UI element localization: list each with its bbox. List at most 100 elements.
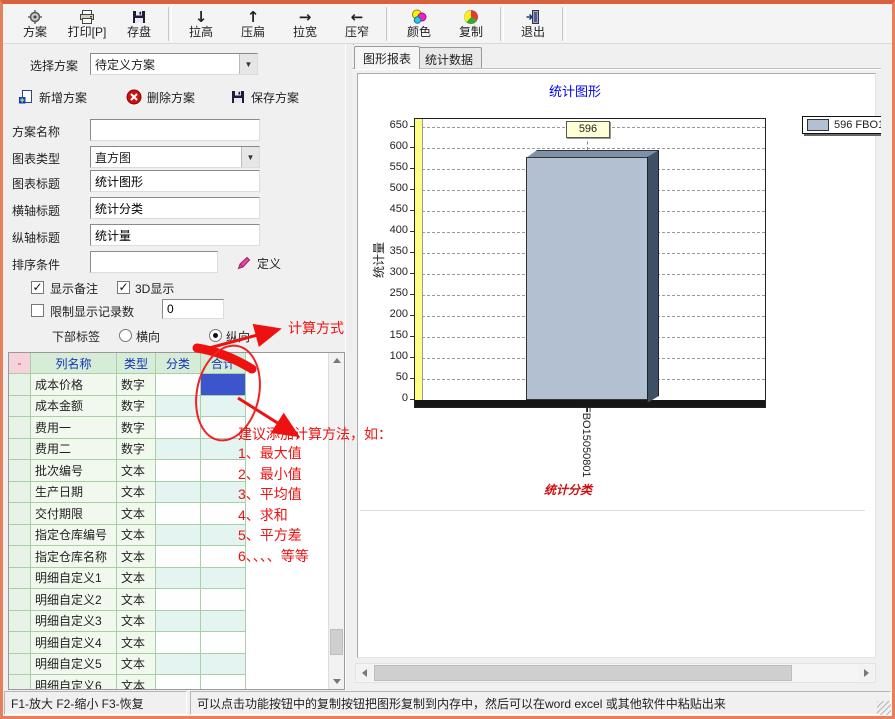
column-type-cell[interactable]: 文本 [117, 568, 156, 590]
category-cell[interactable] [156, 482, 201, 504]
column-name-cell[interactable]: 成本价格 [31, 374, 117, 396]
save-plan-button[interactable]: 保存方案 [230, 86, 299, 108]
tab-statistics-data[interactable]: 统计数据 [416, 47, 482, 69]
scroll-right-icon[interactable] [859, 665, 874, 681]
row-selector-cell[interactable] [9, 396, 31, 418]
column-type-cell[interactable]: 文本 [117, 589, 156, 611]
limit-records-checkbox[interactable] [31, 304, 44, 317]
horizontal-radio[interactable] [119, 329, 132, 342]
chevron-down-icon[interactable]: ▼ [241, 147, 259, 167]
category-cell[interactable] [156, 675, 201, 690]
row-selector-cell[interactable] [9, 568, 31, 590]
toolbar-button-flatten[interactable]: ↑压扁 [227, 6, 279, 42]
category-cell[interactable] [156, 417, 201, 439]
toolbar-button-copy[interactable]: 复制 [445, 6, 497, 42]
column-type-cell[interactable]: 文本 [117, 654, 156, 676]
chart-horizontal-scrollbar[interactable] [355, 663, 876, 683]
toolbar-button-narrow[interactable]: ←压窄 [331, 6, 383, 42]
xaxis-title-input[interactable] [90, 197, 260, 219]
toolbar-button-widen[interactable]: →拉宽 [279, 6, 331, 42]
column-name-cell[interactable]: 明细自定义5 [31, 654, 117, 676]
row-selector-cell[interactable] [9, 632, 31, 654]
scroll-down-icon[interactable] [329, 674, 344, 689]
category-cell[interactable] [156, 546, 201, 568]
row-selector-cell[interactable] [9, 675, 31, 690]
column-type-cell[interactable]: 数字 [117, 374, 156, 396]
grid-vertical-scrollbar[interactable] [328, 353, 344, 689]
total-cell[interactable] [201, 589, 246, 611]
chart-type-combobox[interactable]: 直方图 ▼ [90, 146, 260, 168]
toolbar-button-stretch-tall[interactable]: ↓拉高 [175, 6, 227, 42]
resize-grip[interactable] [877, 701, 891, 715]
row-selector-cell[interactable] [9, 417, 31, 439]
column-name-cell[interactable]: 指定仓库名称 [31, 546, 117, 568]
row-selector-cell[interactable] [9, 503, 31, 525]
show-3d-checkbox[interactable]: ✓ [117, 281, 130, 294]
column-type-cell[interactable]: 文本 [117, 525, 156, 547]
show-note-checkbox[interactable]: ✓ [31, 281, 44, 294]
row-selector-cell[interactable] [9, 439, 31, 461]
column-type-cell[interactable]: 文本 [117, 482, 156, 504]
category-cell[interactable] [156, 460, 201, 482]
column-type-cell[interactable]: 数字 [117, 417, 156, 439]
select-plan-combobox[interactable]: 待定义方案 ▼ [90, 53, 258, 75]
category-cell[interactable] [156, 632, 201, 654]
delete-plan-button[interactable]: 删除方案 [126, 86, 195, 108]
column-name-cell[interactable]: 成本金额 [31, 396, 117, 418]
column-name-cell[interactable]: 费用二 [31, 439, 117, 461]
scroll-up-icon[interactable] [329, 353, 344, 368]
toolbar-button-color[interactable]: 颜色 [393, 6, 445, 42]
column-name-cell[interactable]: 交付期限 [31, 503, 117, 525]
row-selector-cell[interactable] [9, 374, 31, 396]
column-type-cell[interactable]: 文本 [117, 546, 156, 568]
category-cell[interactable] [156, 611, 201, 633]
total-cell[interactable] [201, 568, 246, 590]
category-cell[interactable] [156, 439, 201, 461]
total-cell[interactable] [201, 675, 246, 690]
toolbar-button-exit[interactable]: 退出 [507, 6, 559, 42]
category-cell[interactable] [156, 374, 201, 396]
column-type-cell[interactable]: 文本 [117, 675, 156, 690]
row-selector-cell[interactable] [9, 546, 31, 568]
column-type-cell[interactable]: 文本 [117, 460, 156, 482]
column-name-cell[interactable]: 费用一 [31, 417, 117, 439]
column-type-cell[interactable]: 数字 [117, 439, 156, 461]
column-name-cell[interactable]: 明细自定义3 [31, 611, 117, 633]
toolbar-button-save[interactable]: 存盘 [113, 6, 165, 42]
category-cell[interactable] [156, 654, 201, 676]
sort-condition-input[interactable] [90, 251, 218, 273]
category-cell[interactable] [156, 503, 201, 525]
row-selector-cell[interactable] [9, 611, 31, 633]
chart-title-input[interactable] [90, 170, 260, 192]
row-selector-cell[interactable] [9, 525, 31, 547]
column-type-cell[interactable]: 文本 [117, 632, 156, 654]
column-type-cell[interactable]: 文本 [117, 503, 156, 525]
row-selector-cell[interactable] [9, 589, 31, 611]
tab-graph-report[interactable]: 图形报表 [354, 46, 420, 69]
chevron-down-icon[interactable]: ▼ [239, 54, 257, 74]
total-cell[interactable] [201, 611, 246, 633]
total-cell[interactable] [201, 632, 246, 654]
column-type-cell[interactable]: 数字 [117, 396, 156, 418]
column-name-cell[interactable]: 明细自定义6 [31, 675, 117, 690]
toolbar-button-plan[interactable]: 方案 [9, 6, 61, 42]
scrollbar-thumb[interactable] [374, 665, 792, 681]
bar[interactable] [526, 157, 648, 400]
category-cell[interactable] [156, 589, 201, 611]
add-plan-button[interactable]: 新增方案 [18, 86, 87, 108]
define-button[interactable]: 定义 [236, 252, 281, 274]
row-selector-cell[interactable] [9, 460, 31, 482]
column-type-cell[interactable]: 文本 [117, 611, 156, 633]
column-name-cell[interactable]: 明细自定义4 [31, 632, 117, 654]
column-name-cell[interactable]: 批次编号 [31, 460, 117, 482]
toolbar-button-print[interactable]: 打印[P] [61, 6, 113, 42]
limit-records-input[interactable] [162, 299, 224, 319]
scrollbar-thumb[interactable] [330, 629, 343, 655]
category-cell[interactable] [156, 525, 201, 547]
column-name-cell[interactable]: 指定仓库编号 [31, 525, 117, 547]
column-name-cell[interactable]: 明细自定义1 [31, 568, 117, 590]
total-cell[interactable] [201, 654, 246, 676]
vertical-radio[interactable] [209, 329, 222, 342]
row-selector-cell[interactable] [9, 654, 31, 676]
row-selector-cell[interactable] [9, 482, 31, 504]
